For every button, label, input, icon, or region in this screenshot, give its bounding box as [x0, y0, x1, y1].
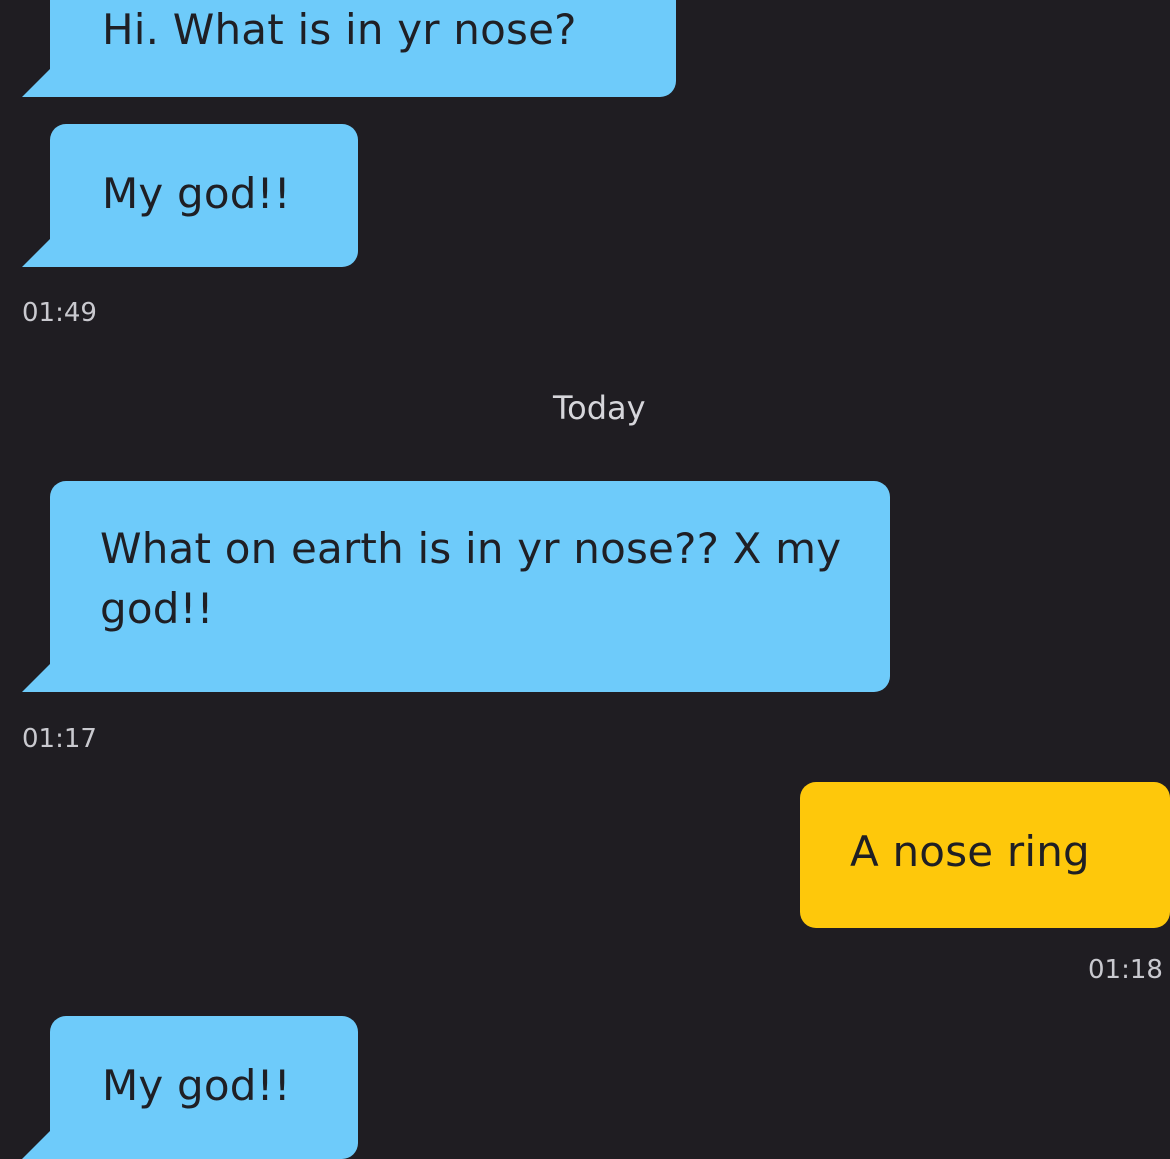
message-timestamp: 01:17: [22, 724, 97, 754]
message-timestamp: 01:18: [1088, 955, 1163, 985]
message-text: My god!!: [102, 1061, 291, 1110]
incoming-message[interactable]: Hi. What is in yr nose?: [22, 0, 676, 97]
incoming-message[interactable]: My god!!: [22, 1016, 358, 1159]
message-text: What on earth is in yr nose?? X my god!!: [100, 524, 842, 633]
incoming-message[interactable]: What on earth is in yr nose?? X my god!!: [22, 481, 890, 692]
message-text: A nose ring: [850, 827, 1090, 876]
outgoing-message[interactable]: A nose ring: [800, 782, 1170, 928]
chat-thread: Hi. What is in yr nose? My god!! 01:49 T…: [0, 0, 1170, 1159]
day-divider: Today: [553, 389, 646, 427]
message-text: Hi. What is in yr nose?: [102, 5, 577, 54]
message-text: My god!!: [102, 169, 291, 218]
incoming-message[interactable]: My god!!: [22, 124, 358, 267]
message-timestamp: 01:49: [22, 298, 97, 328]
